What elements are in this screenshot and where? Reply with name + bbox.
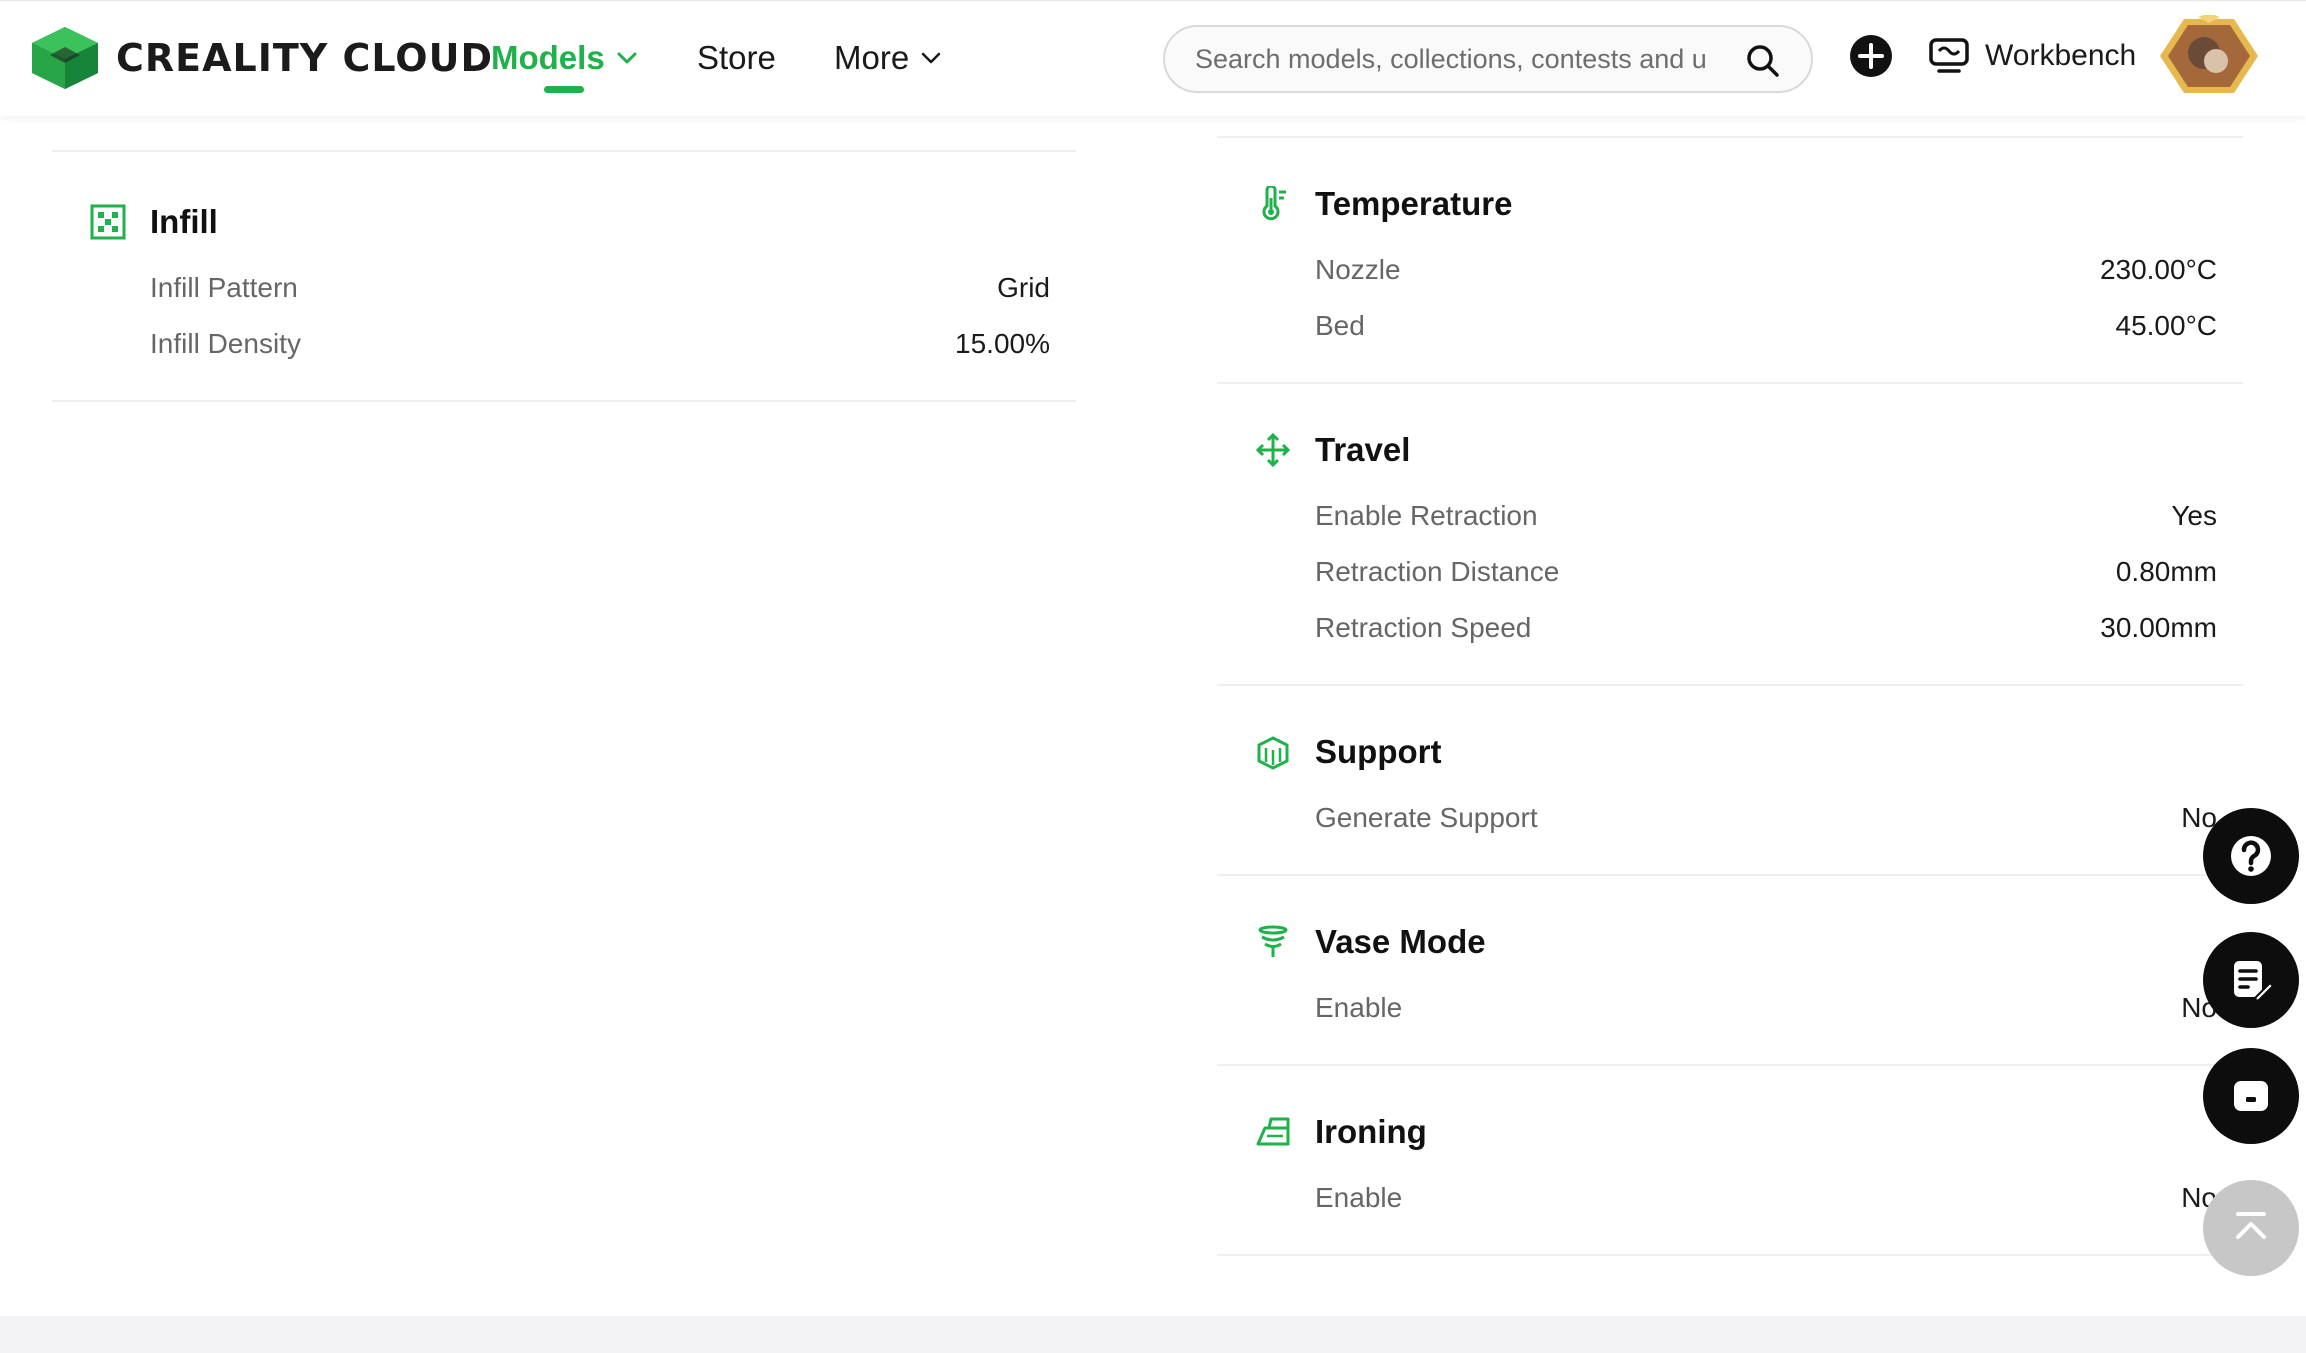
setting-value: 230.00°C <box>2099 254 2217 285</box>
left-settings-panel: Infill Infill Pattern Grid Infill Densit… <box>52 150 1076 402</box>
chevron-down-icon <box>921 52 941 64</box>
help-button[interactable] <box>2203 808 2299 904</box>
workbench-label: Workbench <box>1985 39 2137 72</box>
section-heading: Travel <box>1315 431 1411 468</box>
section-title-ironing: Ironing <box>1217 1102 2243 1162</box>
section-support: Support Generate Support No <box>1217 686 2243 874</box>
avatar[interactable] <box>2158 15 2260 97</box>
setting-value: 0.80mm <box>2115 556 2217 587</box>
nav-models[interactable]: Models <box>491 39 639 93</box>
setting-key: Nozzle <box>1315 254 1401 285</box>
add-plus-icon[interactable] <box>1849 34 1893 78</box>
setting-key: Enable <box>1315 992 1403 1023</box>
section-title-travel: Travel <box>1217 420 2243 480</box>
active-nav-indicator <box>544 86 584 93</box>
setting-value: 30.00mm <box>2100 612 2217 643</box>
workbench-button[interactable]: Workbench <box>1929 37 2136 75</box>
setting-key: Retraction Distance <box>1315 556 1560 587</box>
arrow-up-to-top-icon <box>2236 1212 2266 1239</box>
nav-models-label: Models <box>491 39 605 76</box>
divider <box>1217 1254 2243 1256</box>
message-box-icon <box>2234 1081 2268 1111</box>
setting-row: Generate Support No <box>1217 790 2243 846</box>
thermometer-icon <box>1262 186 1286 221</box>
section-infill: Infill Infill Pattern Grid Infill Densit… <box>52 152 1076 400</box>
right-settings-panel: Temperature Nozzle 230.00°C Bed 45.00°C … <box>1217 136 2243 1256</box>
chevron-down-icon <box>617 52 637 64</box>
nav-more-label: More <box>834 39 910 76</box>
logo-cube-icon <box>32 27 98 89</box>
section-travel: Travel Enable Retraction Yes Retraction … <box>1217 384 2243 684</box>
page-footer-strip <box>0 1316 2306 1353</box>
support-cube-icon <box>1257 736 1289 770</box>
section-heading: Infill <box>150 203 218 240</box>
setting-row: Nozzle 230.00°C <box>1217 242 2243 298</box>
section-vase-mode: Vase Mode Enable No <box>1217 876 2243 1064</box>
creality-logo[interactable]: CREALITY CLOUD <box>30 25 493 91</box>
section-title-temperature: Temperature <box>1217 174 2243 234</box>
move-arrows-icon <box>1255 432 1291 468</box>
setting-key: Generate Support <box>1315 802 1538 833</box>
setting-row: Infill Pattern Grid <box>52 260 1076 316</box>
setting-key: Retraction Speed <box>1315 612 1532 643</box>
setting-row: Retraction Speed 30.00mm <box>1217 600 2243 656</box>
nav-store-label: Store <box>697 39 776 76</box>
grid-icon <box>90 204 126 240</box>
section-heading: Ironing <box>1315 1113 1427 1150</box>
vase-spiral-icon <box>1258 925 1288 957</box>
setting-row: Retraction Distance 0.80mm <box>1217 544 2243 600</box>
search-icon[interactable] <box>1745 43 1781 79</box>
section-title-vase-mode: Vase Mode <box>1217 912 2243 972</box>
iron-icon <box>1256 1117 1290 1146</box>
setting-row: Enable Retraction Yes <box>1217 488 2243 544</box>
logo-text: CREALITY CLOUD <box>116 36 493 80</box>
back-to-top-button[interactable] <box>2203 1180 2299 1276</box>
setting-key: Enable <box>1315 1182 1403 1213</box>
setting-row: Bed 45.00°C <box>1217 298 2243 354</box>
setting-key: Infill Pattern <box>150 272 298 303</box>
section-title-infill: Infill <box>52 192 1076 252</box>
setting-key: Enable Retraction <box>1315 500 1538 531</box>
setting-value: 15.00% <box>955 328 1050 359</box>
setting-key: Infill Density <box>150 328 301 359</box>
section-temperature: Temperature Nozzle 230.00°C Bed 45.00°C <box>1217 138 2243 382</box>
feedback-button[interactable] <box>2203 932 2299 1028</box>
setting-value: 45.00°C <box>2115 310 2218 341</box>
divider <box>52 400 1076 402</box>
nav-more[interactable]: More <box>834 39 943 77</box>
setting-value: Yes <box>2171 500 2217 531</box>
setting-row: Enable No <box>1217 980 2243 1036</box>
section-heading: Vase Mode <box>1315 923 1486 960</box>
section-heading: Support <box>1315 733 1442 770</box>
help-question-icon <box>2231 836 2271 876</box>
nav-store[interactable]: Store <box>697 39 776 77</box>
section-ironing: Ironing Enable No <box>1217 1066 2243 1254</box>
section-title-support: Support <box>1217 722 2243 782</box>
setting-key: Bed <box>1315 310 1365 341</box>
search-bar <box>1163 25 1813 93</box>
setting-row: Infill Density 15.00% <box>52 316 1076 372</box>
setting-value: Grid <box>997 272 1050 303</box>
section-heading: Temperature <box>1315 185 1513 222</box>
search-input[interactable] <box>1195 43 1707 75</box>
message-button[interactable] <box>2203 1048 2299 1144</box>
top-navbar: CREALITY CLOUD Models Store More Workben… <box>0 0 2306 116</box>
setting-row: Enable No <box>1217 1170 2243 1226</box>
feedback-edit-icon <box>2234 961 2275 1003</box>
workbench-monitor-icon <box>1929 38 1969 73</box>
